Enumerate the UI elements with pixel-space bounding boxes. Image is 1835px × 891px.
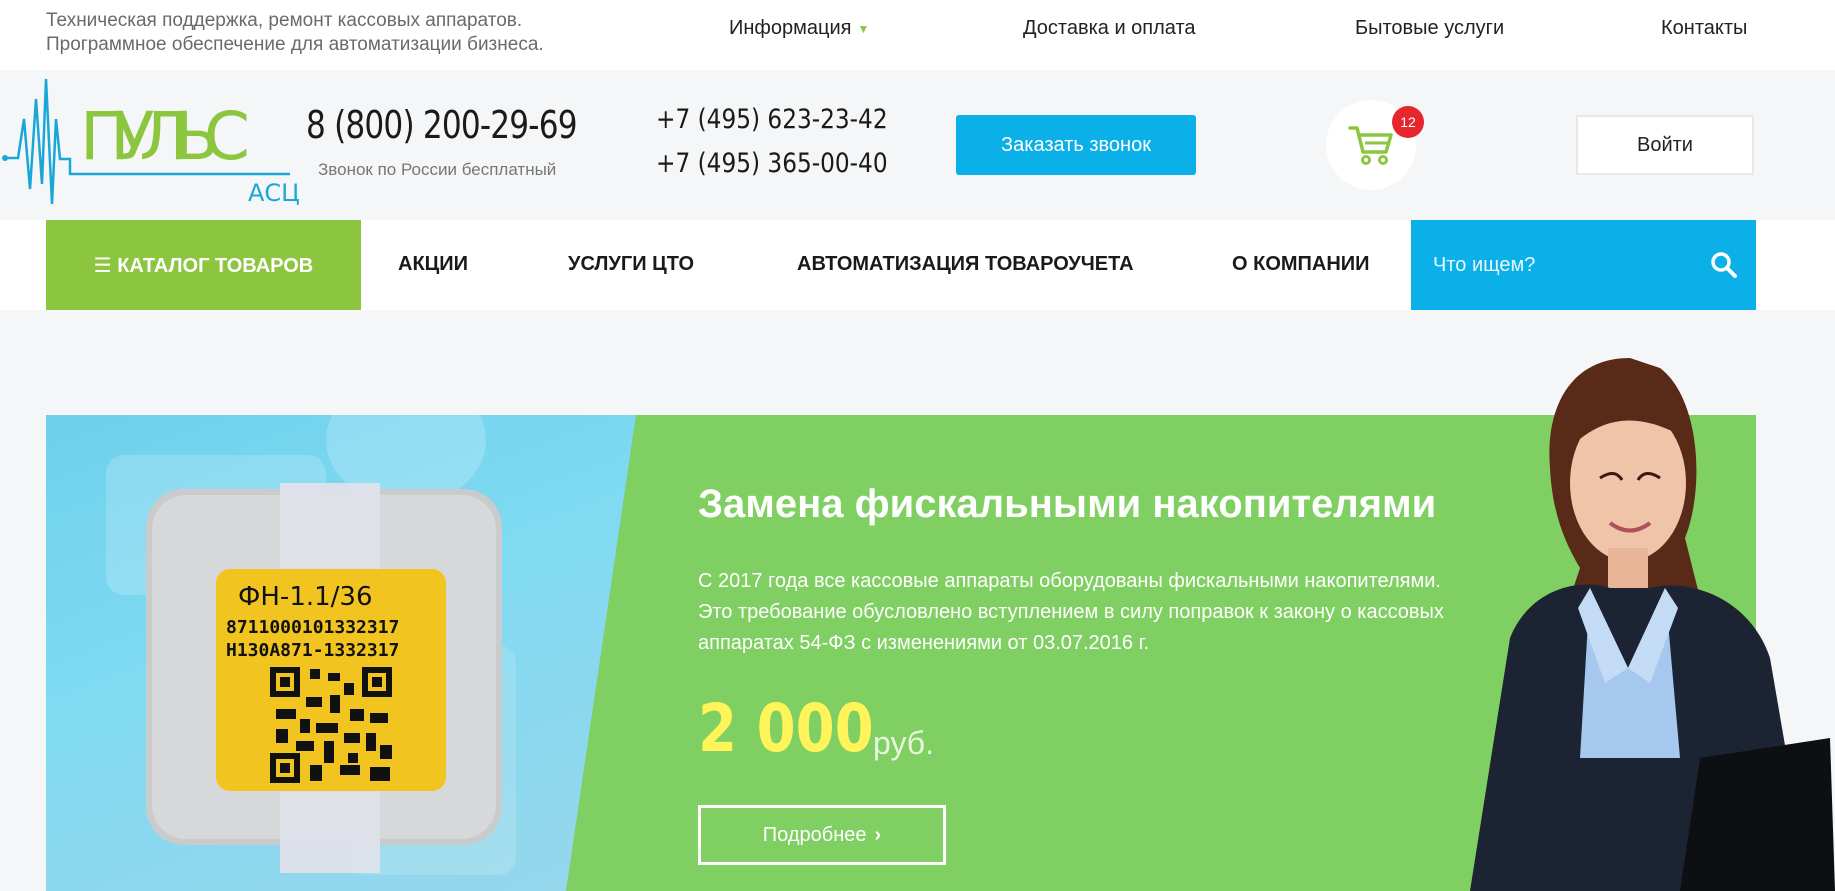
logo-sub: АСЦ	[248, 179, 300, 207]
search-icon[interactable]	[1709, 250, 1739, 280]
chevron-down-icon: ▼	[857, 21, 870, 36]
callback-button[interactable]: Заказать звонок	[956, 115, 1196, 175]
topnav-item-delivery[interactable]: Доставка и оплата	[1023, 17, 1196, 40]
hero-description: С 2017 года все кассовые аппараты оборуд…	[698, 570, 1444, 654]
nav-item-cto-services[interactable]: УСЛУГИ ЦТО	[568, 253, 694, 276]
logo[interactable]: ПУЛЬС АСЦ	[0, 78, 300, 209]
catalog-button[interactable]: ☰ КАТАЛОГ ТОВАРОВ	[46, 220, 361, 310]
nav-item-about[interactable]: О КОМПАНИИ	[1232, 253, 1370, 276]
logo-text: ПУЛЬС	[80, 98, 250, 175]
consultant-photo	[1470, 358, 1835, 891]
search-input[interactable]	[1433, 248, 1693, 282]
topnav-item-contacts[interactable]: Контакты	[1661, 17, 1747, 40]
nav-item-automation[interactable]: АВТОМАТИЗАЦИЯ ТОВАРОУЧЕТА	[797, 253, 1134, 276]
cart-count-badge: 12	[1392, 106, 1424, 138]
phone-main[interactable]: 8 (800) 200-29-69	[306, 103, 578, 147]
more-button-label: Подробнее	[762, 823, 867, 846]
fiscal-device-image: ФН-1.1/36 8711000101332317 Н130А871-1332…	[146, 483, 502, 873]
hero-title: Замена фискальными накопителями	[698, 482, 1437, 526]
cart-icon	[1348, 126, 1393, 165]
tagline-line-2: Программное обеспечение для автоматизаци…	[46, 34, 544, 55]
hero-price: 2 000	[698, 690, 874, 767]
device-label-2: 8711000101332317	[226, 617, 399, 638]
site-tagline: Техническая поддержка, ремонт кассовых а…	[46, 9, 666, 57]
topnav-item-services[interactable]: Бытовые услуги	[1355, 17, 1504, 40]
phone-note: Звонок по России бесплатный	[318, 160, 557, 179]
search-box	[1411, 220, 1756, 310]
hero-area: ФН-1.1/36 8711000101332317 Н130А871-1332…	[0, 310, 1835, 891]
chevron-right-icon: ›	[874, 823, 882, 846]
main-nav: ☰ КАТАЛОГ ТОВАРОВ АКЦИИ УСЛУГИ ЦТО АВТОМ…	[0, 220, 1835, 310]
phone-alt-1[interactable]: +7 (495) 623-23-42	[656, 104, 888, 135]
top-info-bar: Техническая поддержка, ремонт кассовых а…	[0, 0, 1835, 70]
nav-item-promos[interactable]: АКЦИИ	[398, 253, 468, 276]
hero-currency: руб.	[873, 725, 935, 761]
site-header: ПУЛЬС АСЦ 8 (800) 200-29-69 Звонок по Ро…	[0, 70, 1835, 220]
topnav-info-label: Информация	[729, 17, 852, 39]
topnav-item-info[interactable]: Информация ▼	[729, 17, 869, 40]
logo-graphic: ПУЛЬС АСЦ	[2, 78, 300, 207]
phone-alt-2[interactable]: +7 (495) 365-00-40	[656, 148, 888, 179]
login-button[interactable]: Войти	[1576, 115, 1754, 175]
device-label-3: Н130А871-1332317	[226, 640, 399, 661]
more-button[interactable]: Подробнее ›	[698, 805, 946, 865]
tagline-line-1: Техническая поддержка, ремонт кассовых а…	[46, 10, 523, 31]
device-label-1: ФН-1.1/36	[238, 582, 373, 612]
